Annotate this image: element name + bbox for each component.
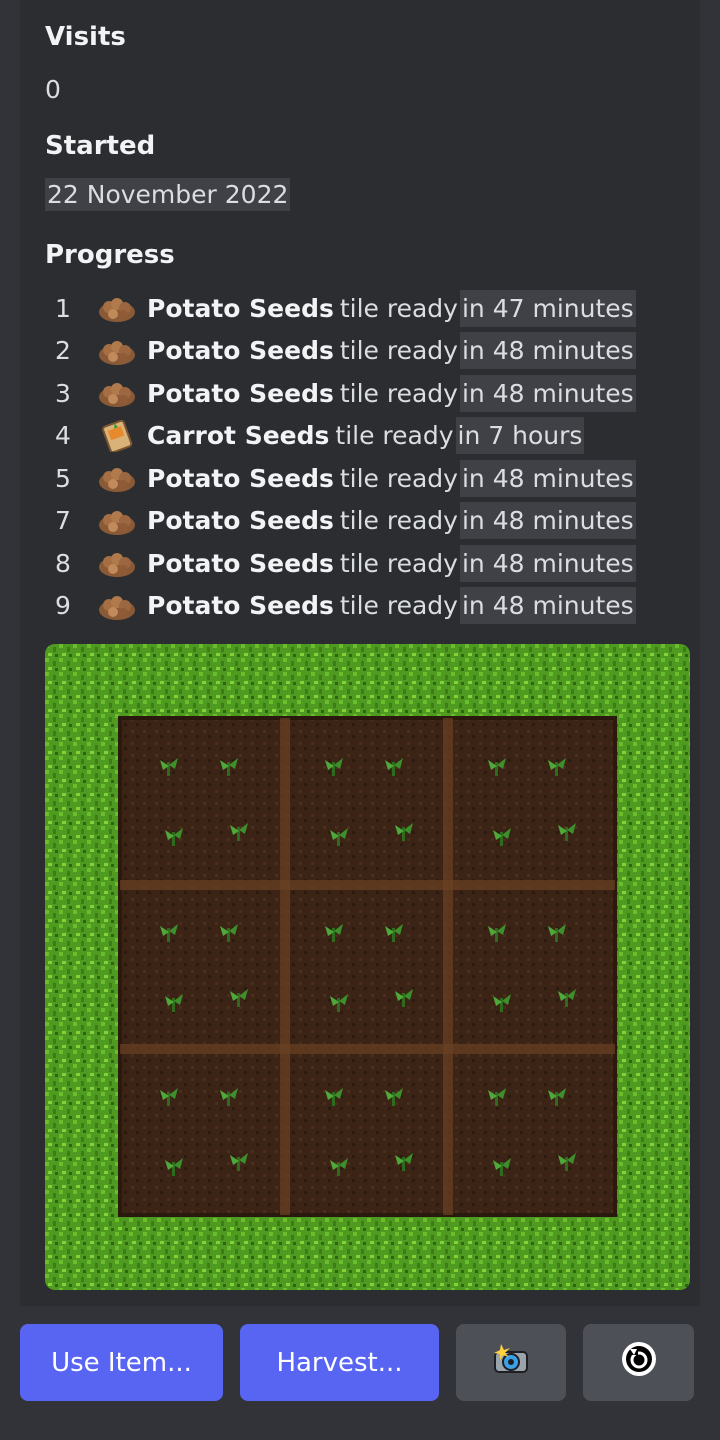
progress-row: 5 Potato Seeds tile ready in 48 minutes [55,457,675,500]
row-number: 7 [55,506,71,536]
ready-time: in 48 minutes [459,459,636,497]
seed-name: Carrot Seeds [147,421,330,451]
seed-name: Potato Seeds [147,548,334,578]
visits-label: Visits [45,22,126,52]
tile-status-text: tile ready [339,591,458,621]
potato-seeds-icon [97,505,137,537]
tile-status-text: tile ready [335,421,454,451]
started-date: 22 November 2022 [45,178,291,211]
row-number: 8 [55,548,71,578]
potato-seeds-icon [97,335,137,367]
progress-list: 1 Potato Seeds tile ready in 47 minutes … [55,287,675,627]
row-number: 2 [55,336,71,366]
progress-row: 1 Potato Seeds tile ready in 47 minutes [55,287,675,330]
seed-name: Potato Seeds [147,506,334,536]
potato-seeds-icon [97,377,137,409]
refresh-button[interactable] [583,1324,694,1401]
camera-flash-icon [491,1342,531,1384]
ready-time: in 48 minutes [459,587,636,625]
ready-time: in 48 minutes [459,544,636,582]
ready-time: in 48 minutes [459,502,636,540]
camera-button[interactable] [456,1324,566,1401]
farm-plot-image [45,644,690,1290]
tile-status-text: tile ready [339,506,458,536]
ready-time: in 7 hours [455,417,585,455]
progress-row: 9 Potato Seeds tile ready in 48 minutes [55,585,675,628]
row-number: 1 [55,293,71,323]
ready-time: in 48 minutes [459,332,636,370]
ready-time: in 48 minutes [459,374,636,412]
progress-row: 2 Potato Seeds tile ready in 48 minutes [55,330,675,373]
started-value: 22 November 2022 [45,178,291,211]
seed-name: Potato Seeds [147,336,334,366]
tile-status-text: tile ready [339,548,458,578]
ready-time: in 47 minutes [459,289,636,327]
row-number: 4 [55,421,71,451]
potato-seeds-icon [97,590,137,622]
seed-name: Potato Seeds [147,293,334,323]
tile-status-text: tile ready [339,463,458,493]
tile-status-text: tile ready [339,378,458,408]
row-number: 5 [55,463,71,493]
row-number: 9 [55,591,71,621]
refresh-icon [619,1339,659,1387]
harvest-button[interactable]: Harvest... [240,1324,439,1401]
progress-row: 4 Carrot Seeds tile ready in 7 hours [55,415,675,458]
progress-label: Progress [45,240,175,270]
row-number: 3 [55,378,71,408]
seed-name: Potato Seeds [147,591,334,621]
progress-row: 8 Potato Seeds tile ready in 48 minutes [55,542,675,585]
potato-seeds-icon [97,547,137,579]
tile-status-text: tile ready [339,293,458,323]
tile-status-text: tile ready [339,336,458,366]
use-item-button[interactable]: Use Item... [20,1324,223,1401]
seed-name: Potato Seeds [147,463,334,493]
visits-value: 0 [45,75,61,104]
progress-row: 7 Potato Seeds tile ready in 48 minutes [55,500,675,543]
potato-seeds-icon [97,292,137,324]
progress-row: 3 Potato Seeds tile ready in 48 minutes [55,372,675,415]
carrot-seeds-icon [97,419,137,453]
started-label: Started [45,131,156,161]
seed-name: Potato Seeds [147,378,334,408]
potato-seeds-icon [97,462,137,494]
